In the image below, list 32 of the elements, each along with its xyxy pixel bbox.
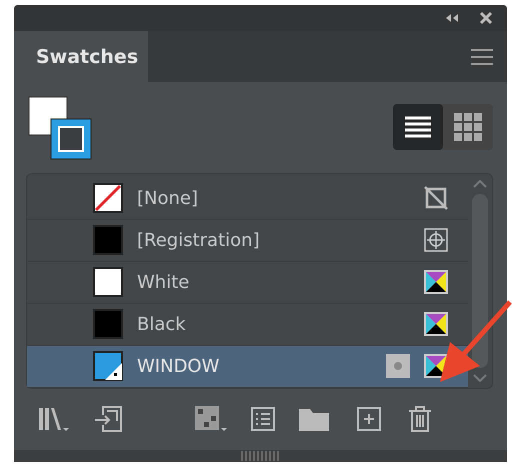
swatch-row[interactable]: White bbox=[27, 262, 468, 304]
new-swatch-icon[interactable] bbox=[357, 407, 381, 432]
swatch-color-icon bbox=[93, 183, 123, 214]
import-icon[interactable] bbox=[95, 405, 123, 434]
swatch-row[interactable]: [Registration] bbox=[27, 220, 468, 262]
fill-stroke-icon[interactable] bbox=[28, 96, 92, 160]
swatch-name: [Registration] bbox=[137, 230, 261, 251]
swatch-name: Black bbox=[137, 314, 187, 335]
swatch-color-icon bbox=[93, 225, 123, 256]
collapse-icon[interactable] bbox=[445, 13, 459, 24]
grid-view-icon bbox=[454, 112, 482, 141]
cmyk-icon bbox=[424, 270, 448, 294]
swatch-name: White bbox=[137, 272, 190, 293]
cmyk-icon bbox=[424, 312, 448, 336]
swatch-color-icon bbox=[93, 267, 123, 298]
list-view-button[interactable] bbox=[393, 104, 443, 150]
swatch-row[interactable]: [None] bbox=[27, 178, 468, 220]
swatch-color-icon bbox=[93, 309, 123, 340]
swatch-row[interactable]: WINDOW bbox=[27, 346, 468, 388]
swatch-name: WINDOW bbox=[137, 356, 220, 377]
registration-icon bbox=[424, 228, 448, 252]
list-icon[interactable] bbox=[251, 407, 275, 432]
menu-icon[interactable] bbox=[471, 48, 493, 64]
list-view-icon bbox=[405, 116, 431, 138]
folder-icon[interactable] bbox=[299, 407, 329, 432]
swatch-grid-icon[interactable] bbox=[195, 406, 229, 432]
no-edit-icon bbox=[424, 186, 448, 210]
delete-icon[interactable] bbox=[409, 406, 431, 432]
panel-tab[interactable]: Swatches bbox=[14, 31, 148, 82]
swatch-name: [None] bbox=[137, 188, 200, 209]
resize-grip-icon[interactable] bbox=[240, 450, 280, 461]
close-icon[interactable] bbox=[479, 11, 493, 26]
